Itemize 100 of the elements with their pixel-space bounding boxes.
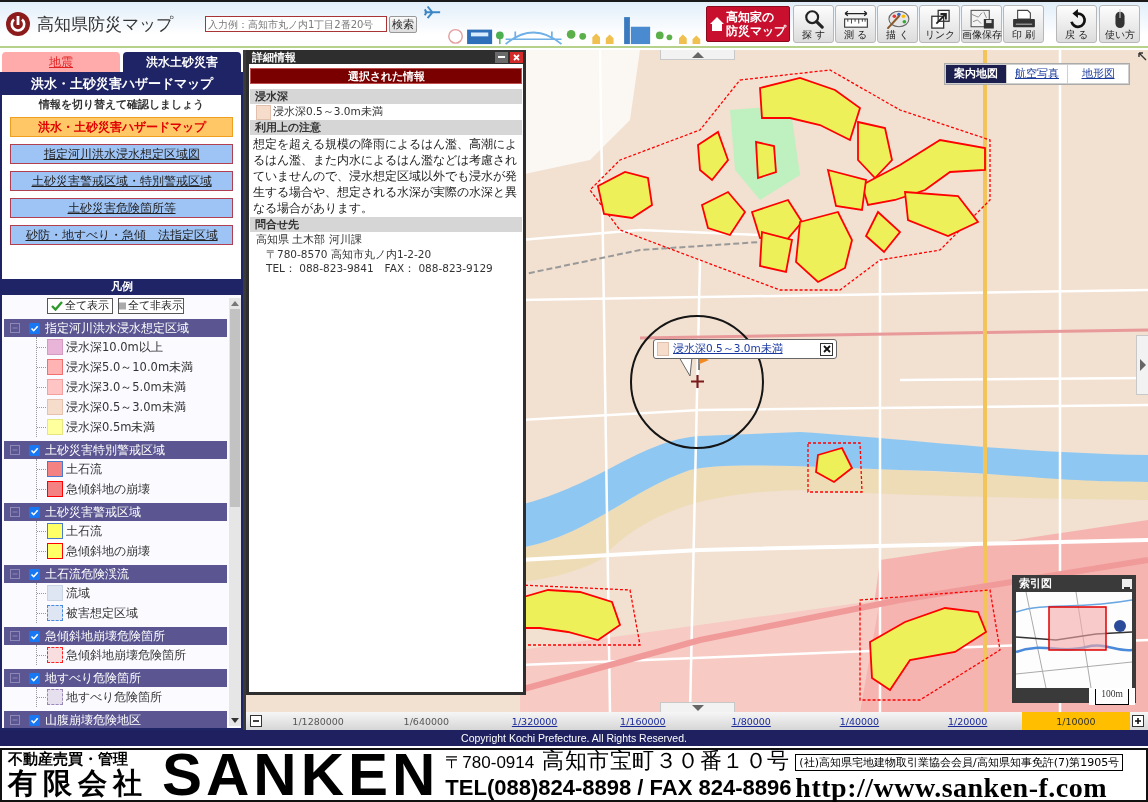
legend-item-label: 被害想定区域 <box>66 605 138 621</box>
minimize-icon <box>498 56 505 58</box>
zoom-level[interactable]: 1/160000 <box>588 712 697 730</box>
pan-down-button[interactable] <box>660 702 735 712</box>
pan-right-button[interactable] <box>1136 335 1148 395</box>
tool-button[interactable]: 探 す <box>793 5 834 43</box>
legend-group-label: 土砂災害警戒区域 <box>45 504 141 520</box>
site-title: 高知県防災マップ <box>37 12 173 36</box>
banner-brand: SANKEN <box>162 750 440 800</box>
search-field[interactable]: 入力例：高知市丸ノ内1丁目2番20号 <box>205 16 387 32</box>
banner-tagline: 不動産売買・管理 <box>8 751 129 768</box>
popup-link[interactable]: 浸水深0.5～3.0m未満 <box>673 342 816 356</box>
map-type-tab[interactable]: 航空写真 <box>1007 65 1067 83</box>
legend-group-label: 急傾斜地崩壊危険箇所 <box>45 628 165 644</box>
tab[interactable]: 洪水土砂災害 <box>123 52 241 72</box>
checkbox[interactable] <box>29 714 40 726</box>
tool-button[interactable]: 画像保存 <box>961 5 1002 43</box>
close-button[interactable] <box>510 51 523 63</box>
layer-button[interactable]: 指定河川洪水浸水想定区域図 <box>10 144 233 164</box>
legend-group-label: 土砂災害特別警戒区域 <box>45 442 165 458</box>
tool-button[interactable]: 使い方 <box>1099 5 1140 43</box>
checkmark-icon <box>51 301 63 311</box>
banner-postal-code: 〒780-0914 <box>445 752 535 774</box>
pan-up-button[interactable] <box>660 50 735 60</box>
contact-line: 〒780-8570 高知市丸ノ内1-2-20 <box>265 246 433 261</box>
checkbox[interactable] <box>29 444 40 456</box>
legend-item-label: 土石流 <box>66 523 102 539</box>
up-arrow-icon <box>691 51 704 58</box>
section-heading: 利用上の注意 <box>250 120 522 135</box>
minimize-button[interactable] <box>495 51 508 63</box>
depth-value: 浸水深0.5～3.0m未満 <box>273 105 383 119</box>
map-type-tab[interactable]: 案内地図 <box>946 65 1006 83</box>
show-all-button[interactable]: 全て表示 <box>47 298 113 314</box>
plus-icon[interactable] <box>1132 715 1144 727</box>
ruler-icon <box>841 9 870 29</box>
viewport-rectangle[interactable] <box>1048 606 1107 651</box>
selected-info-heading: 選択された情報 <box>250 68 522 84</box>
home-map-button[interactable]: 高知家の 防災マップ <box>706 6 790 42</box>
checkbox[interactable] <box>29 322 40 334</box>
scale-indicator: 100m <box>1089 688 1135 705</box>
checkbox[interactable] <box>29 568 40 580</box>
emblem-icon <box>6 12 30 36</box>
zoom-level[interactable]: 1/10000 <box>1021 712 1130 730</box>
legend-group-label: 山腹崩壊危険地区 <box>45 712 141 728</box>
tool-button[interactable]: 測 る <box>835 5 876 43</box>
legend-item-label: 地すべり危険箇所 <box>66 689 162 705</box>
banner-company-type: 有限会社 <box>8 768 149 799</box>
notice-text: 想定を超える規模の降雨によるはん濫、高潮によるはん濫、また内水によるはん濫などは考慮されていませんので、浸水想定区域以外でも浸水が発生する場合や、想定される水深が実際の水深と異なる場合があります。 <box>252 136 518 217</box>
map-type-tab[interactable]: 地形図 <box>1068 65 1128 83</box>
copyright-text: Copyright Kochi Prefecture. All Rights Reserved. <box>0 730 1148 746</box>
banner-phone: TEL(088)824-8898 / FAX 824-8896 <box>445 775 793 801</box>
tool-button[interactable]: 戻 る <box>1056 5 1097 43</box>
scroll-down-icon[interactable] <box>231 718 239 723</box>
legend-item-label: 浸水深3.0～5.0m未満 <box>66 379 186 395</box>
corner-arrow-icon[interactable] <box>1138 52 1147 61</box>
tool-button[interactable]: 印 刷 <box>1003 5 1044 43</box>
checkbox[interactable] <box>29 672 40 684</box>
house-icon <box>710 17 724 31</box>
zoom-level[interactable]: 1/80000 <box>697 712 806 730</box>
checkbox[interactable] <box>29 506 40 518</box>
layer-button[interactable]: 土砂災害警戒区域・特別警戒区域 <box>10 171 233 191</box>
zoom-level[interactable]: 1/20000 <box>913 712 1022 730</box>
scrollbar-thumb[interactable] <box>230 309 240 507</box>
down-arrow-icon <box>691 704 704 711</box>
banner-address: 高知市宝町３０番１０号 <box>542 749 790 773</box>
legend-item-label: 浸水深0.5m未満 <box>66 419 156 435</box>
tool-button[interactable]: 描 く <box>877 5 918 43</box>
hide-all-button[interactable]: 全て非表示 <box>118 298 184 314</box>
contact-line: TEL： 088-823-9841 FAX： 088-823-9129 <box>265 261 494 276</box>
scroll-up-icon[interactable] <box>231 301 239 306</box>
zoom-level[interactable]: 1/320000 <box>480 712 589 730</box>
search-button[interactable]: 検索 <box>389 15 417 33</box>
checkbox[interactable] <box>29 630 40 642</box>
legend-item-label: 浸水深10.0m以上 <box>66 339 163 355</box>
section-heading: 浸水深 <box>250 89 522 104</box>
contact-organization: 高知県 土木部 河川課 <box>255 232 363 247</box>
detail-title: 詳細情報 <box>251 50 297 64</box>
layer-button[interactable]: 土砂災害危険箇所等 <box>10 198 233 218</box>
legend-item-label: 急傾斜地の崩壊 <box>66 481 150 497</box>
square-icon <box>119 302 126 310</box>
close-button[interactable] <box>820 342 833 356</box>
minus-icon[interactable] <box>250 715 262 727</box>
layer-button[interactable]: 砂防・地すべり・急傾 法指定区域 <box>10 225 233 245</box>
close-icon <box>513 53 520 61</box>
right-arrow-icon <box>1139 359 1146 371</box>
tool-button[interactable]: リンク <box>919 5 960 43</box>
minimize-icon <box>1124 586 1130 589</box>
legend-item-label: 土石流 <box>66 461 102 477</box>
banner-license: (社)高知県宅地建物取引業協会会員/高知県知事免許(7)第1905号 <box>795 753 1124 771</box>
legend-item-label: 流域 <box>66 585 90 601</box>
overview-title: 索引図 <box>1018 576 1053 591</box>
section-heading: 問合せ先 <box>250 217 522 232</box>
zoom-level[interactable]: 1/40000 <box>805 712 914 730</box>
minimize-button[interactable] <box>1122 578 1132 589</box>
map-save-icon <box>967 9 996 29</box>
legend-item-label: 浸水深5.0～10.0m未満 <box>66 359 194 375</box>
legend-title: 凡例 <box>2 279 241 295</box>
legend-group-label: 土石流危険渓流 <box>45 566 129 582</box>
scrollbar[interactable] <box>229 298 241 726</box>
legend-item-label: 浸水深0.5～3.0m未満 <box>66 399 186 415</box>
